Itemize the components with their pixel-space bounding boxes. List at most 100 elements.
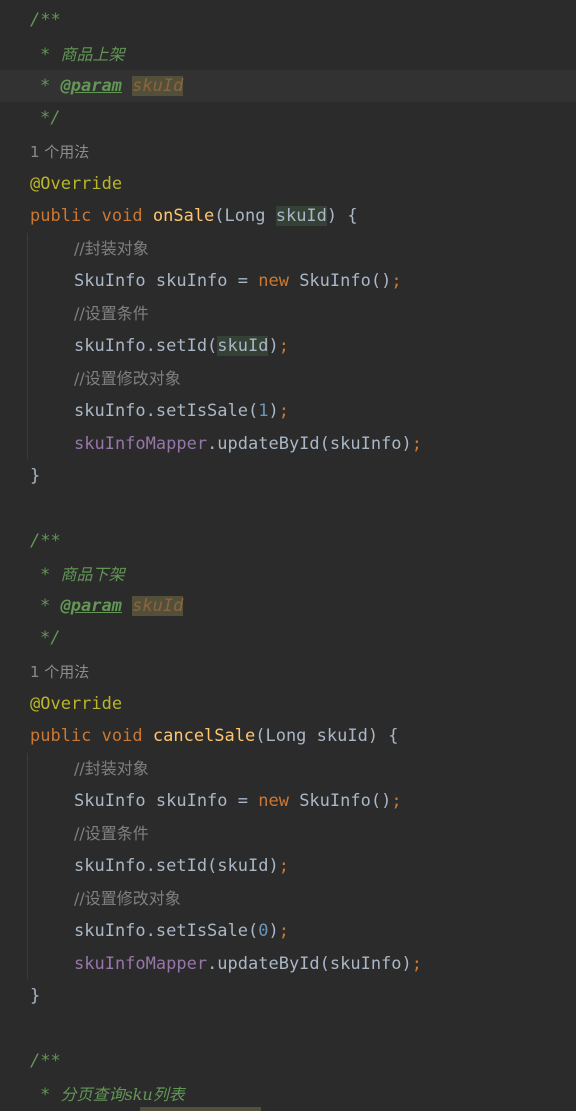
doc-param-name: skuId [132, 76, 184, 96]
code-line: skuInfoMapper.updateById(skuInfo); [0, 428, 576, 460]
doc-star: * [40, 45, 51, 65]
code-line: //设置修改对象 [0, 883, 576, 915]
semicolon: ; [411, 434, 423, 454]
field-reference: skuInfoMapper [74, 434, 208, 454]
line-comment: //设置条件 [74, 304, 149, 323]
closing-brace: } [30, 466, 41, 486]
semicolon: ; [278, 856, 289, 876]
usage-hint-line: 1 个用法 [0, 136, 576, 168]
params-start: (Long [214, 206, 276, 226]
code-text: SkuInfo skuInfo = [74, 271, 259, 291]
semicolon: ; [411, 954, 423, 974]
code-line: //设置修改对象 [0, 363, 576, 395]
closing-brace: } [30, 986, 41, 1006]
doc-description: 分页查询sku列表 [60, 1085, 185, 1104]
doc-description: 商品上架 [60, 45, 125, 64]
code-text: skuInfo.setId(skuId) [74, 856, 279, 876]
code-line: @Override [0, 168, 576, 200]
code-line: //封装对象 [0, 233, 576, 265]
code-line: public void cancelSale(Long skuId) { [0, 720, 576, 752]
code-line: */ [0, 622, 576, 654]
line-comment: //设置条件 [74, 824, 149, 843]
indent-guide [27, 753, 28, 979]
line-comment: //设置修改对象 [74, 369, 181, 388]
override-annotation: @Override [30, 174, 123, 194]
number-literal: 1 [258, 401, 269, 421]
number-literal: 0 [258, 921, 269, 941]
code-line: * 商品下架 [0, 559, 576, 591]
doc-comment-close: */ [40, 628, 61, 648]
doc-param-tag: @param [60, 596, 122, 616]
code-line: } [0, 980, 576, 1012]
semicolon: ; [278, 921, 289, 941]
doc-star: * [40, 76, 51, 96]
doc-comment-open: /** [30, 1051, 61, 1071]
code-text: ) [268, 921, 279, 941]
usage-hint[interactable]: 1 个用法 [30, 663, 89, 681]
code-line: SkuInfo skuInfo = new SkuInfo(); [0, 265, 576, 297]
keyword-public: public [30, 726, 92, 746]
semicolon: ; [278, 401, 289, 421]
code-line: /** [0, 4, 576, 36]
line-comment: //封装对象 [74, 239, 149, 258]
code-line: } [0, 460, 576, 492]
doc-star: * [40, 1085, 51, 1105]
code-line: @Override [0, 688, 576, 720]
doc-param-tag: @param [60, 76, 122, 96]
arg-skuid-highlight: skuId [217, 336, 269, 356]
signature-end: ) { [326, 206, 358, 226]
code-line: SkuInfo skuInfo = new SkuInfo(); [0, 785, 576, 817]
partial-highlight [140, 1107, 261, 1111]
code-editor[interactable]: /** * 商品上架 * @param skuId */ 1 个用法 @Over… [0, 0, 576, 1111]
code-line: * 商品上架 [0, 39, 576, 71]
code-text: SkuInfo() [288, 271, 392, 291]
code-text: skuInfo.setIsSale( [74, 401, 259, 421]
indent-guide [27, 233, 28, 459]
doc-comment-open: /** [30, 10, 61, 30]
code-text: ) [268, 401, 279, 421]
semicolon: ; [278, 336, 289, 356]
code-line: skuInfo.setId(skuId); [0, 330, 576, 362]
usage-hint-line: 1 个用法 [0, 656, 576, 688]
code-line: skuInfoMapper.updateById(skuInfo); [0, 948, 576, 980]
method-name: cancelSale [152, 726, 256, 746]
keyword-public: public [30, 206, 92, 226]
code-text: .updateById(skuInfo) [207, 954, 412, 974]
signature-rest: (Long skuId) { [255, 726, 399, 746]
code-line: * 分页查询sku列表 [0, 1079, 576, 1111]
code-line: skuInfo.setIsSale(0); [0, 915, 576, 947]
code-line: /** [0, 1045, 576, 1077]
code-line: */ [0, 102, 576, 134]
line-comment: //设置修改对象 [74, 889, 181, 908]
keyword-new: new [258, 791, 289, 811]
doc-star: * [40, 596, 51, 616]
code-text: skuInfo.setId( [74, 336, 218, 356]
keyword-void: void [101, 206, 143, 226]
code-text: ) [268, 336, 279, 356]
doc-comment-open: /** [30, 531, 61, 551]
param-skuid-highlight: skuId [275, 206, 327, 226]
code-text: .updateById(skuInfo) [207, 434, 412, 454]
code-line: /** [0, 525, 576, 557]
semicolon: ; [391, 791, 402, 811]
keyword-new: new [258, 271, 289, 291]
code-text: skuInfo.setIsSale( [74, 921, 259, 941]
doc-star: * [40, 565, 51, 585]
override-annotation: @Override [30, 694, 123, 714]
code-text: SkuInfo() [288, 791, 392, 811]
field-reference: skuInfoMapper [74, 954, 208, 974]
method-name: onSale [152, 206, 215, 226]
code-text: SkuInfo skuInfo = [74, 791, 259, 811]
doc-description: 商品下架 [60, 565, 125, 584]
code-line: skuInfo.setIsSale(1); [0, 395, 576, 427]
code-line: * @param skuId [0, 590, 576, 622]
semicolon: ; [391, 271, 402, 291]
code-line: skuInfo.setId(skuId); [0, 850, 576, 882]
line-comment: //封装对象 [74, 759, 149, 778]
code-line: //设置条件 [0, 298, 576, 330]
code-line-current: * @param skuId [0, 70, 576, 102]
code-line: //设置条件 [0, 818, 576, 850]
doc-comment-close: */ [40, 108, 61, 128]
code-line: //封装对象 [0, 753, 576, 785]
usage-hint[interactable]: 1 个用法 [30, 143, 89, 161]
